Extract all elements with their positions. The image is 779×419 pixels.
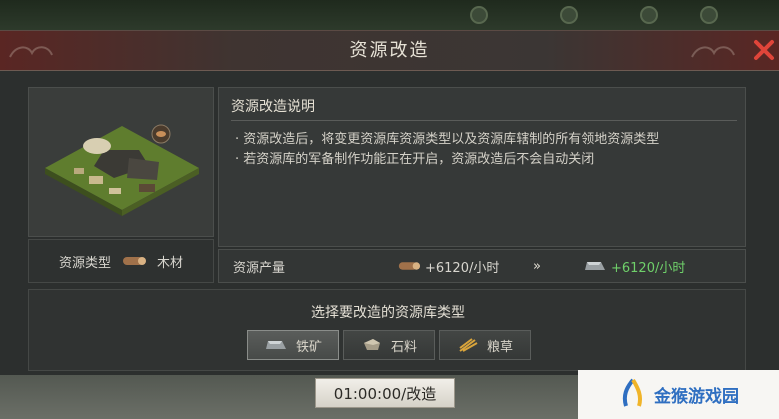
divider [231,120,737,121]
type-option-label: 粮草 [486,339,513,355]
current-output: +6120/小时 [425,260,500,276]
watermark-logo: 金猴游戏园 [578,370,779,419]
resource-type-value: 木材 [157,255,184,271]
resource-transform-dialog: 资源改造 资源类型 木材 资源改造说明 · 资源改造后，将变更资源库资源类型以及… [0,30,779,375]
wood-log-icon [123,257,146,265]
monkey-logo-icon [622,378,643,407]
stone-icon [363,339,380,350]
resource-type-label: 资源类型 [58,255,111,271]
description-bullet: · 资源改造后，将变更资源库资源类型以及资源库辖制的所有领地资源类型 [235,132,660,147]
map-marker [700,6,718,24]
map-marker [560,6,578,24]
upgrade-button[interactable]: 01:00:00/改造 [315,378,455,408]
type-option-iron[interactable]: 铁矿 [247,330,339,360]
watermark-text: 金猴游戏园 [654,387,739,407]
resource-type-row: 资源类型 木材 [28,239,214,283]
description-panel: 资源改造说明 · 资源改造后，将变更资源库资源类型以及资源库辖制的所有领地资源类… [218,87,746,247]
close-button[interactable] [751,37,777,63]
iron-ingot-icon [585,262,605,270]
new-output: +6120/小时 [611,260,686,276]
building-image-panel [28,87,214,237]
description-bullet: · 若资源库的军备制作功能正在开启，资源改造后不会自动关闭 [235,152,595,167]
type-option-grain[interactable]: 粮草 [439,330,531,360]
type-option-label: 石料 [390,339,417,355]
iron-ingot-icon [265,341,286,349]
output-row: 资源产量 +6120/小时 » +6120/小时 [218,249,746,283]
output-label: 资源产量 [233,260,286,276]
background-top [0,0,779,30]
arrow-icon: » [533,258,541,274]
resource-depot-illustration [45,124,199,216]
grain-icon [459,338,478,352]
type-option-stone[interactable]: 石料 [343,330,435,360]
map-marker [470,6,488,24]
map-marker [640,6,658,24]
choose-type-panel: 选择要改造的资源库类型 铁矿 石料 粮草 [28,289,746,371]
choose-type-label: 选择要改造的资源库类型 [311,305,465,321]
dialog-titlebar: 资源改造 [0,31,779,71]
wood-log-icon [398,262,421,270]
close-icon [754,40,774,60]
dialog-title: 资源改造 [349,40,430,61]
type-option-label: 铁矿 [295,339,322,355]
description-title: 资源改造说明 [231,99,315,115]
